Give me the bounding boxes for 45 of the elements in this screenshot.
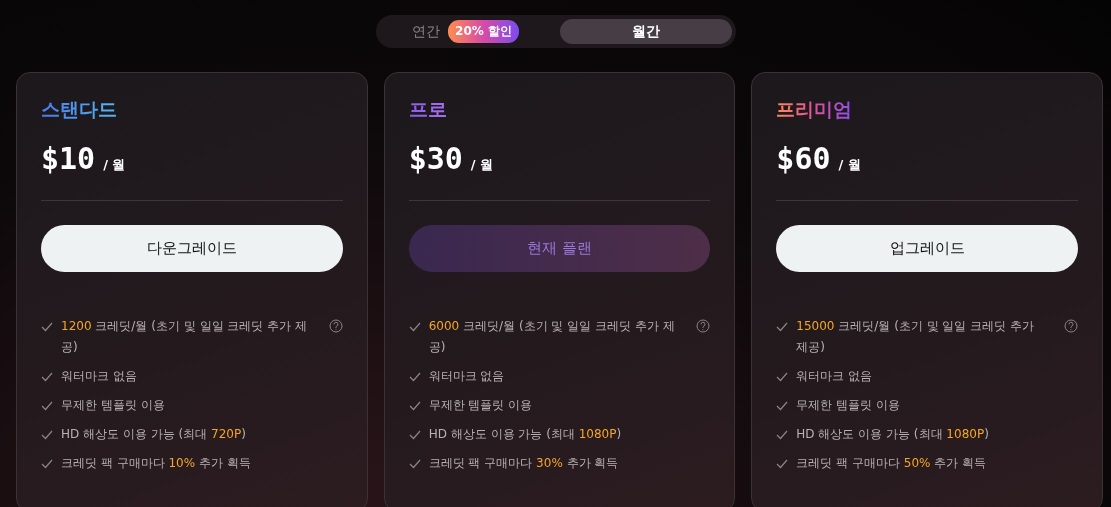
feature-text: 무제한 템플릿 이용: [428, 397, 534, 414]
check-icon: [408, 459, 421, 469]
feature-text: HD 해상도 이용 가능 (최대 1080P): [428, 426, 623, 443]
check-icon: [41, 459, 53, 469]
feature-text: 워터마크 없음: [61, 368, 138, 385]
check-icon: [41, 430, 53, 440]
check-icon: [41, 322, 53, 332]
help-icon[interactable]: [1064, 319, 1078, 333]
check-icon: [776, 372, 789, 382]
check-icon: [776, 401, 789, 411]
check-icon: [41, 401, 53, 411]
feature-text: 크레딧 팩 구매마다 10% 추가 획득: [61, 455, 252, 472]
feature-text: 워터마크 없음: [796, 368, 874, 385]
feature-text: 1200 크레딧/월 (초기 및 일일 크레딧 추가 제공): [61, 318, 308, 356]
feature-text: 6000 크레딧/월 (초기 및 일일 크레딧 추가 제공): [428, 318, 676, 356]
feature-text: 무제한 템플릿 이용: [61, 397, 166, 414]
check-icon: [408, 322, 421, 332]
feature-text: 15000 크레딧/월 (초기 및 일일 크레딧 추가 제공): [796, 318, 1036, 356]
discount-badge: 20% 할인: [448, 20, 519, 43]
check-icon: [776, 322, 789, 332]
help-icon[interactable]: [696, 319, 711, 333]
check-icon: [408, 401, 421, 411]
help-icon[interactable]: [328, 319, 343, 333]
plan-button[interactable]: 업그레이드: [776, 225, 1078, 272]
price-period: / 월: [470, 156, 494, 174]
check-icon: [776, 459, 789, 469]
check-icon: [408, 372, 421, 382]
feature-text: 워터마크 없음: [428, 368, 506, 385]
feature-text: HD 해상도 이용 가능 (최대 720P): [61, 426, 247, 443]
feature-text: 크레딧 팩 구매마다 30% 추가 획득: [428, 455, 620, 472]
plan-price: $30: [408, 141, 463, 176]
feature-text: 무제한 템플릿 이용: [796, 397, 901, 414]
billing-tab[interactable]: 월간: [559, 19, 732, 44]
plan-price: $10: [41, 141, 96, 176]
check-icon: [776, 430, 789, 440]
check-icon: [408, 430, 421, 440]
billing-tab[interactable]: 연간 20% 할인: [379, 19, 552, 44]
price-period: / 월: [838, 156, 861, 174]
feature-text: 크레딧 팩 구매마다 50% 추가 획득: [796, 455, 988, 472]
price-period: / 월: [103, 156, 126, 174]
plan-price: $60: [776, 141, 831, 176]
feature-text: HD 해상도 이용 가능 (최대 1080P): [796, 426, 990, 443]
check-icon: [41, 372, 53, 382]
plan-button[interactable]: 다운그레이드: [41, 225, 343, 272]
current-plan-button[interactable]: 현재 플랜: [408, 225, 711, 272]
